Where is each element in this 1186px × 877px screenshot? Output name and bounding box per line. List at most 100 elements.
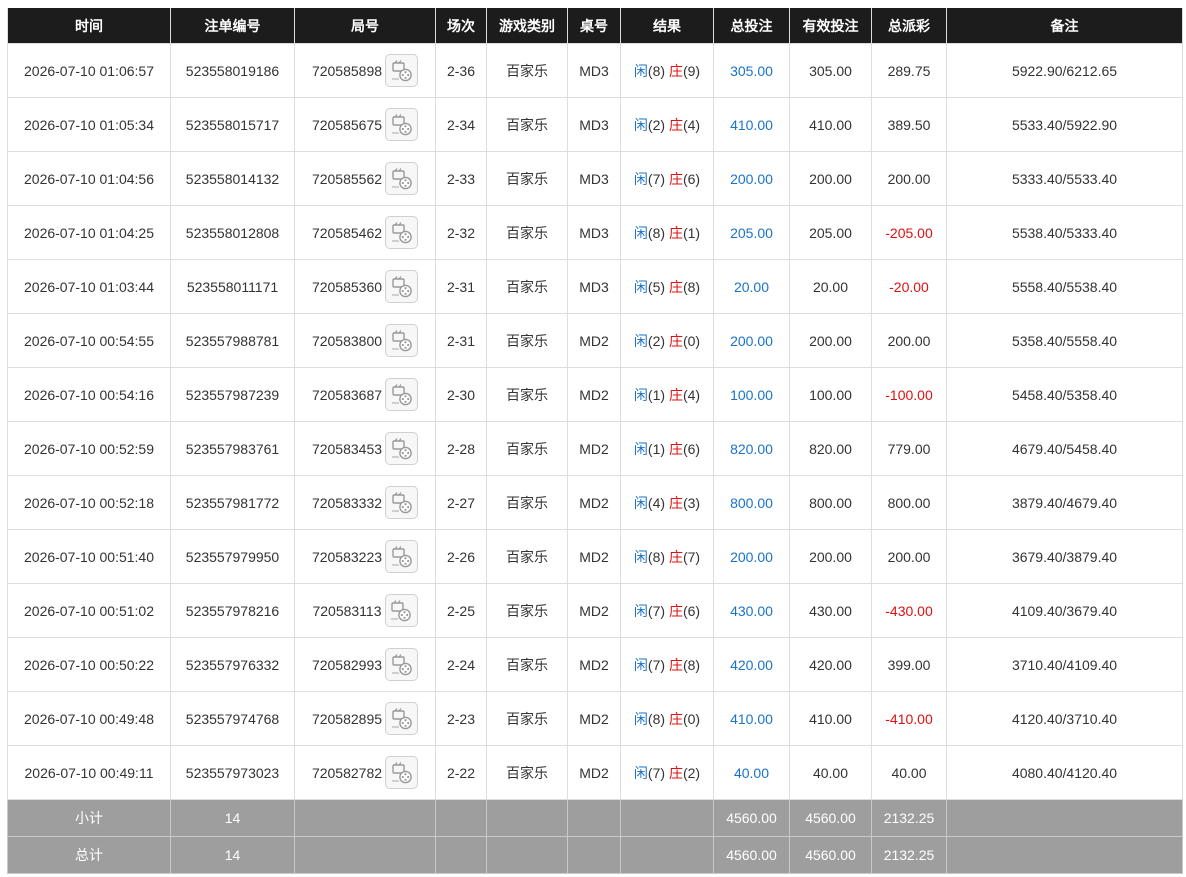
result-banker-label: 庄 [668,332,683,349]
video-replay-icon [391,437,412,459]
cell-result: 闲(8) 庄(7) [620,529,714,584]
result-player-score: (8) [647,224,666,241]
result-banker-score: (4) [682,116,701,133]
result-player-score: (1) [647,440,666,457]
cell-time: 2026-07-10 01:04:25 [7,205,171,260]
cell-game-type: 百家乐 [486,637,568,692]
cell-table: MD2 [567,745,621,800]
result-player-score: (5) [647,278,666,295]
result-banker-score: (4) [682,386,701,403]
cell-result: 闲(2) 庄(0) [620,313,714,368]
cell-total-bet: 410.00 [713,97,790,152]
cell-session: 2-34 [435,97,487,152]
video-replay-button[interactable] [385,162,419,195]
video-replay-button[interactable] [385,54,419,87]
cell-round: 720582895 [294,691,436,746]
video-replay-button[interactable] [385,756,419,789]
cell-bet-id: 523557978216 [170,583,295,638]
cell-result: 闲(5) 庄(8) [620,259,714,314]
subtotal-count: 14 [170,799,295,837]
cell-payout: 389.50 [871,97,947,152]
video-replay-icon [391,707,412,729]
cell-round: 720585360 [294,259,436,314]
video-replay-button[interactable] [385,486,419,519]
result-banker-score: (7) [682,548,701,565]
cell-time: 2026-07-10 01:03:44 [7,259,171,314]
result-player-label: 闲 [633,224,648,241]
video-replay-button[interactable] [385,324,419,357]
result-player-label: 闲 [633,656,648,673]
round-number: 720583800 [311,332,383,349]
result-banker-score: (0) [682,332,701,349]
cell-time: 2026-07-10 00:52:59 [7,421,171,476]
result-player-score: (1) [647,386,666,403]
cell-table: MD2 [567,475,621,530]
result-player-score: (4) [647,494,666,511]
cell-note: 5458.40/5358.40 [946,367,1183,422]
table-row: 2026-07-10 00:54:55 523557988781 7205838… [7,313,1183,368]
video-replay-button[interactable] [385,108,419,141]
cell-time: 2026-07-10 00:51:40 [7,529,171,584]
cell-table: MD2 [567,637,621,692]
round-number: 720582993 [311,656,383,673]
cell-time: 2026-07-10 00:54:55 [7,313,171,368]
cell-session: 2-23 [435,691,487,746]
cell-bet-id: 523557974768 [170,691,295,746]
cell-note: 3710.40/4109.40 [946,637,1183,692]
cell-note: 4080.40/4120.40 [946,745,1183,800]
cell-time: 2026-07-10 00:49:48 [7,691,171,746]
video-replay-button[interactable] [385,216,419,249]
cell-total-bet: 200.00 [713,151,790,206]
cell-bet-id: 523558012808 [170,205,295,260]
cell-valid-bet: 100.00 [789,367,872,422]
col-header-total-bet: 总投注 [713,8,790,44]
result-player-label: 闲 [633,602,648,619]
cell-payout: 200.00 [871,151,947,206]
video-replay-button[interactable] [385,702,419,735]
result-banker-score: (9) [682,62,701,79]
round-number: 720585360 [311,278,383,295]
bet-records-panel: 时间 注单编号 局号 场次 游戏类别 桌号 结果 总投注 有效投注 总派彩 备注… [7,8,1183,874]
cell-game-type: 百家乐 [486,205,568,260]
video-replay-icon [391,113,412,135]
cell-note: 5333.40/5533.40 [946,151,1183,206]
video-replay-button[interactable] [385,540,419,573]
cell-result: 闲(2) 庄(4) [620,97,714,152]
result-banker-score: (3) [682,494,701,511]
cell-payout: 800.00 [871,475,947,530]
cell-session: 2-36 [435,43,487,98]
result-player-label: 闲 [633,332,648,349]
video-replay-button[interactable] [385,432,419,465]
col-header-game-type: 游戏类别 [486,8,568,44]
video-replay-button[interactable] [384,594,418,627]
cell-note: 5558.40/5538.40 [946,259,1183,314]
round-number: 720585898 [311,62,383,79]
cell-valid-bet: 410.00 [789,97,872,152]
result-banker-score: (0) [682,710,701,727]
cell-time: 2026-07-10 01:05:34 [7,97,171,152]
cell-game-type: 百家乐 [486,691,568,746]
total-count: 14 [170,836,295,874]
round-number: 720583453 [311,440,383,457]
video-replay-button[interactable] [385,270,419,303]
cell-session: 2-31 [435,259,487,314]
cell-payout: 399.00 [871,637,947,692]
table-row: 2026-07-10 01:04:56 523558014132 7205855… [7,151,1183,206]
cell-session: 2-24 [435,637,487,692]
cell-total-bet: 40.00 [713,745,790,800]
cell-table: MD2 [567,313,621,368]
round-number: 720585562 [311,170,383,187]
cell-game-type: 百家乐 [486,313,568,368]
subtotal-total-bet: 4560.00 [713,799,790,837]
video-replay-button[interactable] [385,378,419,411]
video-replay-button[interactable] [385,648,419,681]
cell-result: 闲(1) 庄(4) [620,367,714,422]
cell-session: 2-27 [435,475,487,530]
table-body: 2026-07-10 01:06:57 523558019186 7205858… [7,43,1183,800]
cell-game-type: 百家乐 [486,529,568,584]
result-banker-score: (2) [682,764,701,781]
cell-total-bet: 820.00 [713,421,790,476]
video-replay-icon [391,545,412,567]
subtotal-label: 小计 [7,799,171,837]
total-payout: 2132.25 [871,836,947,874]
